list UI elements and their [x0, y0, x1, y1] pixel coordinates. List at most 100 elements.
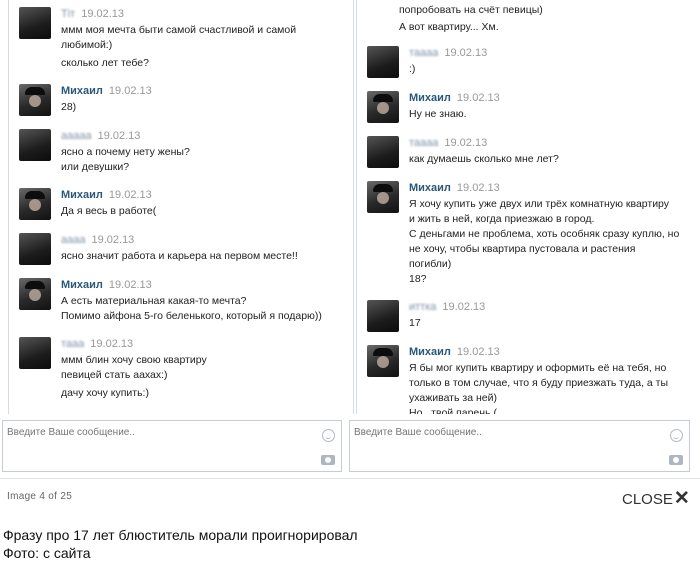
message-text: :) — [409, 63, 416, 75]
message-text: ммм блин хочу свою квартиру — [61, 354, 207, 366]
avatar[interactable] — [367, 181, 399, 213]
avatar[interactable] — [367, 46, 399, 78]
message-header: ааааа 19.02.13 — [61, 129, 140, 143]
message-input-box-left[interactable] — [2, 420, 342, 472]
author-name[interactable]: ааааа — [61, 130, 92, 142]
message-header: Михаил 19.02.13 — [61, 188, 152, 202]
message-header: Михаил 19.02.13 — [409, 345, 500, 359]
avatar-hat — [25, 87, 45, 95]
message-text: 28) — [61, 101, 77, 113]
author-name[interactable]: Тіт — [61, 8, 75, 20]
message-text: 18? — [409, 273, 427, 285]
message-text: и жить в ней, когда приезжаю в город. — [409, 213, 595, 225]
author-name[interactable]: таааа — [409, 47, 438, 59]
message-text: или девушки? — [61, 161, 130, 173]
message-input-box-right[interactable] — [349, 420, 690, 472]
avatar[interactable] — [367, 300, 399, 332]
avatar[interactable] — [367, 136, 399, 168]
message-date: 19.02.13 — [444, 137, 488, 149]
author-name[interactable]: тааа — [61, 338, 84, 350]
message-text: погибли) — [409, 258, 452, 270]
smile-icon[interactable] — [670, 429, 683, 442]
author-name[interactable]: Михаил — [409, 346, 451, 358]
message-input-left[interactable] — [7, 427, 307, 438]
avatar-face — [377, 102, 389, 114]
chat-column-left: Тіт 19.02.13 ммм моя мечта быти самой счас… — [8, 0, 354, 414]
avatar[interactable] — [19, 7, 51, 39]
message-date: 19.02.13 — [456, 346, 500, 358]
caption-line-1: Фразу про 17 лет блюститель морали проиг… — [3, 527, 358, 543]
camera-icon[interactable] — [321, 455, 335, 465]
author-name[interactable]: Михаил — [409, 182, 451, 194]
author-name[interactable]: иттка — [409, 301, 436, 313]
message-input-right[interactable] — [354, 427, 654, 438]
message-header: таааа 19.02.13 — [409, 136, 487, 150]
divider — [0, 478, 700, 479]
message-date: 19.02.13 — [91, 234, 135, 246]
message-header: таааа 19.02.13 — [409, 46, 487, 60]
author-name[interactable]: таааа — [409, 137, 438, 149]
message-header: Михаил 19.02.13 — [61, 278, 152, 292]
message-text: А есть материальная какая-то мечта? — [61, 295, 247, 307]
avatar-face — [29, 199, 41, 211]
avatar-hat — [373, 184, 393, 192]
message-text: дачу хочу купить:) — [61, 387, 149, 399]
close-icon: ✕ — [673, 488, 690, 510]
image-counter: Image 4 of 25 — [7, 491, 73, 502]
message-text: певицей стать аахах:) — [61, 369, 168, 381]
message-text: сколько лет тебе? — [61, 57, 149, 69]
message-text: ясно а почему нету жены? — [61, 146, 190, 158]
message-date: 19.02.13 — [108, 279, 152, 291]
message-text: любимой:) — [61, 39, 113, 51]
avatar[interactable] — [19, 129, 51, 161]
message-text: ясно значит работа и карьера на первом м… — [61, 250, 298, 262]
message-date: 19.02.13 — [97, 130, 141, 142]
message-header: иттка 19.02.13 — [409, 300, 485, 314]
message-text: Я бы мог купить квартиру и оформить её н… — [409, 362, 667, 374]
message-text: не хочу, чтобы квартира пустовала и раст… — [409, 243, 636, 255]
message-header: Михаил 19.02.13 — [61, 84, 152, 98]
author-name[interactable]: Михаил — [409, 92, 451, 104]
message-text: как думаешь сколько мне лет? — [409, 153, 559, 165]
message-text: Но.. твой парень ( — [409, 407, 497, 414]
message-text: А вот квартиру... Хм. — [399, 21, 499, 33]
avatar-face — [29, 289, 41, 301]
message-date: 19.02.13 — [456, 92, 500, 104]
author-name[interactable]: Михаил — [61, 279, 103, 291]
avatar-face — [377, 192, 389, 204]
message-text: попробовать на счёт певицы) — [399, 4, 543, 16]
message-header: аааа 19.02.13 — [61, 233, 134, 247]
avatar[interactable] — [367, 345, 399, 377]
message-text: ухаживать за ней) — [409, 392, 497, 404]
message-text: Помимо айфона 5-го беленького, который я… — [61, 310, 322, 322]
message-date: 19.02.13 — [444, 47, 488, 59]
gallery-viewer: Тіт 19.02.13 ммм моя мечта быти самой счас… — [0, 0, 700, 565]
message-text: Я хочу купить уже двух или трёх комнатну… — [409, 198, 670, 210]
avatar-hat — [25, 191, 45, 199]
author-name[interactable]: аааа — [61, 234, 85, 246]
message-text: 17 — [409, 317, 421, 329]
avatar-hat — [373, 348, 393, 356]
avatar[interactable] — [19, 337, 51, 369]
author-name[interactable]: Михаил — [61, 189, 103, 201]
close-button[interactable]: CLOSE✕ — [622, 488, 690, 510]
message-text: только в том случае, что я буду приезжат… — [409, 377, 669, 389]
avatar[interactable] — [19, 233, 51, 265]
message-header: тааа 19.02.13 — [61, 337, 133, 351]
author-name[interactable]: Михаил — [61, 85, 103, 97]
message-date: 19.02.13 — [108, 85, 152, 97]
avatar[interactable] — [367, 91, 399, 123]
message-header: Михаил 19.02.13 — [409, 91, 500, 105]
chat-column-right: попробовать на счёт певицы) А вот квартир… — [356, 0, 700, 414]
close-label: CLOSE — [622, 490, 673, 508]
avatar[interactable] — [19, 278, 51, 310]
message-date: 19.02.13 — [90, 338, 134, 350]
message-text: ммм моя мечта быти самой счастливой и са… — [61, 24, 297, 36]
avatar[interactable] — [19, 188, 51, 220]
message-date: 19.02.13 — [442, 301, 486, 313]
smile-icon[interactable] — [322, 429, 335, 442]
avatar-hat — [373, 94, 393, 102]
avatar[interactable] — [19, 84, 51, 116]
camera-icon[interactable] — [669, 455, 683, 465]
avatar-face — [377, 356, 389, 368]
